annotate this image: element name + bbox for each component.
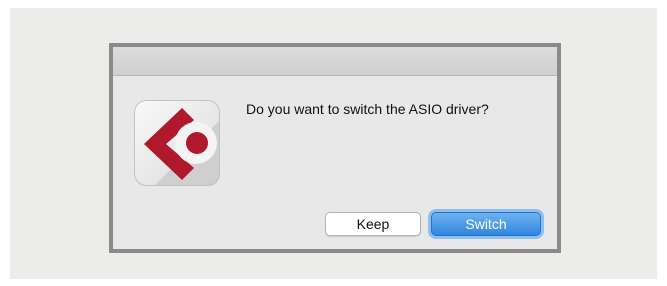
dialog-titlebar <box>113 47 557 76</box>
cubase-logo-icon <box>134 100 220 186</box>
dialog-message: Do you want to switch the ASIO driver? <box>246 101 489 117</box>
keep-button[interactable]: Keep <box>325 212 421 236</box>
asio-driver-dialog: Do you want to switch the ASIO driver? K… <box>109 43 561 253</box>
switch-button[interactable]: Switch <box>431 212 541 236</box>
